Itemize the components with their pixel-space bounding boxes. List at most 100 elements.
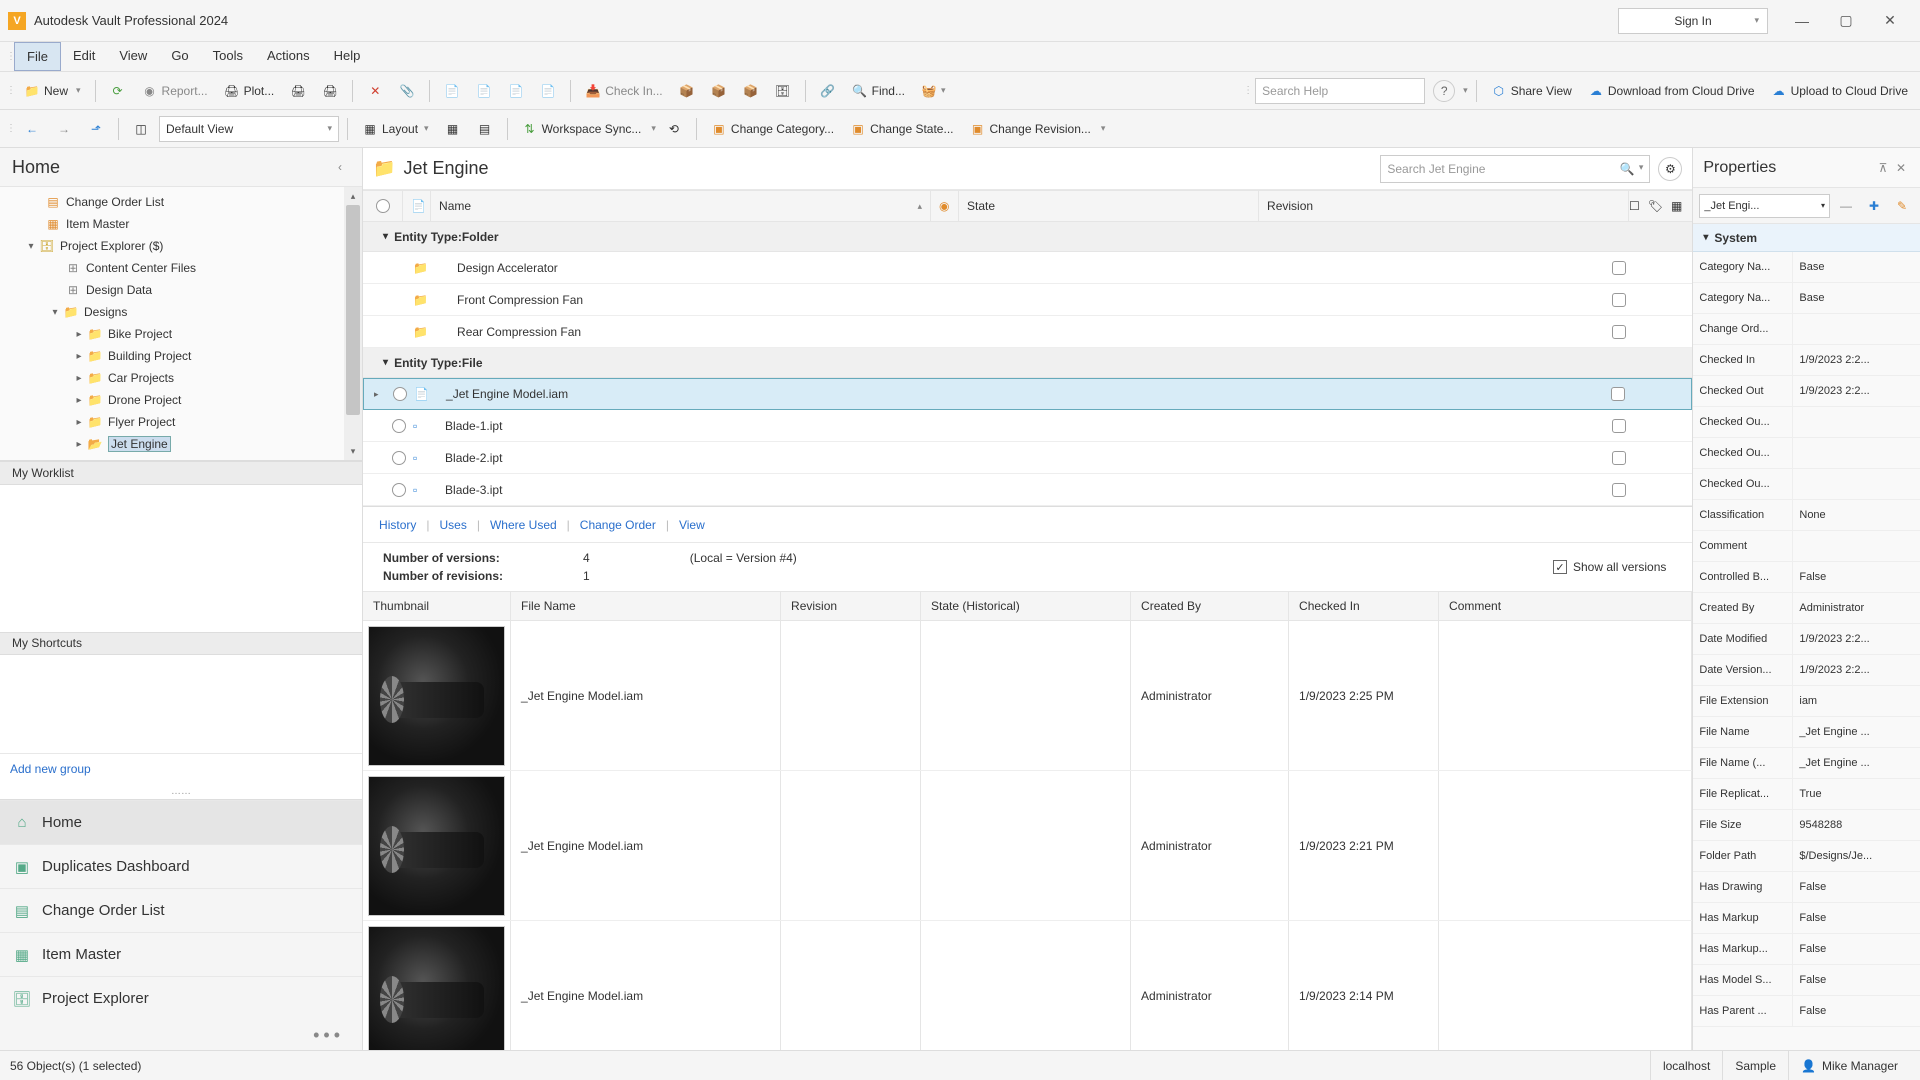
menu-help[interactable]: Help <box>322 42 373 71</box>
property-row[interactable]: ClassificationNone <box>1693 500 1920 531</box>
tab-change-order[interactable]: Change Order <box>578 514 658 536</box>
properties-object-selector[interactable]: _Jet Engi... <box>1699 194 1830 218</box>
pane-toggle-button[interactable]: ◫ <box>127 115 155 143</box>
hcol-revision[interactable]: Revision <box>781 592 921 620</box>
group-file[interactable]: ▾Entity Type:File <box>363 348 1692 378</box>
group-folder[interactable]: ▾Entity Type:Folder <box>363 222 1692 252</box>
collapse-sidebar-button[interactable]: ‹ <box>330 160 350 174</box>
column-grid-icon[interactable]: ▦ <box>1671 199 1682 213</box>
show-all-versions[interactable]: ✓Show all versions <box>1527 543 1692 591</box>
folder-row[interactable]: 📁Front Compression Fan <box>363 284 1692 316</box>
property-row[interactable]: Has Model S...False <box>1693 965 1920 996</box>
property-row[interactable]: Comment <box>1693 531 1920 562</box>
nav-more-button[interactable]: ••• <box>0 1020 362 1050</box>
col-revision[interactable]: Revision <box>1259 191 1629 221</box>
resize-grip-icon[interactable]: …… <box>0 784 362 800</box>
checkin-button[interactable]: 📥Check In... <box>579 77 668 105</box>
doc4-button[interactable]: 📄 <box>534 77 562 105</box>
tree-change-order-list[interactable]: ▤Change Order List <box>0 191 362 213</box>
expander-icon[interactable]: ▸ <box>72 351 86 362</box>
expander-icon[interactable]: ▸ <box>72 461 86 462</box>
change-revision-button[interactable]: ▣Change Revision... <box>963 115 1096 143</box>
col-state[interactable]: State <box>959 191 1259 221</box>
new-button[interactable]: 📁New▾ <box>18 77 87 105</box>
hcol-checkedin[interactable]: Checked In <box>1289 592 1439 620</box>
menu-tools[interactable]: Tools <box>201 42 255 71</box>
expander-icon[interactable]: ▸ <box>72 373 86 384</box>
property-row[interactable]: Date Modified1/9/2023 2:2... <box>1693 624 1920 655</box>
history-row[interactable]: _Jet Engine Model.iam Administrator 1/9/… <box>363 771 1692 921</box>
row-checkbox[interactable] <box>1612 419 1626 433</box>
row-radio[interactable] <box>392 451 406 465</box>
hcol-state[interactable]: State (Historical) <box>921 592 1131 620</box>
property-row[interactable]: File Replicat...True <box>1693 779 1920 810</box>
tree-bike[interactable]: ▸📁Bike Project <box>0 323 362 345</box>
nav-item-master[interactable]: ▦Item Master <box>0 932 362 976</box>
doc2-button[interactable]: 📄 <box>470 77 498 105</box>
scroll-thumb[interactable] <box>346 205 360 415</box>
close-panel-button[interactable]: ✕ <box>1892 161 1910 175</box>
property-row[interactable]: Controlled B...False <box>1693 562 1920 593</box>
row-radio[interactable] <box>392 483 406 497</box>
settings-button[interactable]: ⚙ <box>1658 157 1682 181</box>
shortcuts-header[interactable]: My Shortcuts <box>0 632 362 656</box>
tree-building[interactable]: ▸📁Building Project <box>0 345 362 367</box>
tab-uses[interactable]: Uses <box>438 514 469 536</box>
upload-cloud-button[interactable]: ☁Upload to Cloud Drive <box>1765 77 1914 105</box>
report-button[interactable]: ◉Report... <box>136 77 214 105</box>
column-check-icon[interactable]: ☐ <box>1629 199 1640 213</box>
property-row[interactable]: File Extensioniam <box>1693 686 1920 717</box>
filter-button[interactable]: 🧺▾ <box>915 77 952 105</box>
attach-button[interactable]: 📎 <box>393 77 421 105</box>
nav-change-order[interactable]: ▤Change Order List <box>0 888 362 932</box>
maximize-button[interactable]: ▢ <box>1836 11 1856 31</box>
search-go-icon[interactable]: 🔍 <box>1620 162 1635 176</box>
row-checkbox[interactable] <box>1611 387 1625 401</box>
vault2-button[interactable]: 📦 <box>705 77 733 105</box>
file-row[interactable]: ▸📄_Jet Engine Model.iam <box>363 378 1692 410</box>
menu-file[interactable]: File <box>14 42 61 71</box>
layout-button[interactable]: ▦Layout▾ <box>356 115 435 143</box>
tree-drone[interactable]: ▸📁Drone Project <box>0 389 362 411</box>
add-group-link[interactable]: Add new group <box>10 762 91 776</box>
file-row[interactable]: ▫Blade-1.ipt <box>363 410 1692 442</box>
sync-dropdown-icon[interactable]: ▾ <box>651 123 656 134</box>
refresh-button[interactable]: ⟳ <box>104 77 132 105</box>
close-button[interactable]: ✕ <box>1880 11 1900 31</box>
tree-scrollbar[interactable]: ▴ ▾ <box>344 187 362 460</box>
property-row[interactable]: Checked Ou... <box>1693 407 1920 438</box>
row-checkbox[interactable] <box>1612 293 1626 307</box>
nav-duplicates[interactable]: ▣Duplicates Dashboard <box>0 844 362 888</box>
tree-flyer[interactable]: ▸📁Flyer Project <box>0 411 362 433</box>
grid1-button[interactable]: ▦ <box>439 115 467 143</box>
find-button[interactable]: 🔍Find... <box>846 77 911 105</box>
row-checkbox[interactable] <box>1612 483 1626 497</box>
property-row[interactable]: Has MarkupFalse <box>1693 903 1920 934</box>
scroll-up-icon[interactable]: ▴ <box>344 187 362 205</box>
grid2-button[interactable]: ▤ <box>471 115 499 143</box>
col-name[interactable]: Name▴ <box>431 191 931 221</box>
row-checkbox[interactable] <box>1612 451 1626 465</box>
column-tag-icon[interactable]: 🏷 <box>1648 199 1663 213</box>
row-radio[interactable] <box>392 419 406 433</box>
property-row[interactable]: Category Na...Base <box>1693 283 1920 314</box>
expander-icon[interactable]: ▸ <box>374 389 386 400</box>
share-view-button[interactable]: ⬡Share View <box>1485 77 1578 105</box>
history-row[interactable]: _Jet Engine Model.iam Administrator 1/9/… <box>363 621 1692 771</box>
forward-button[interactable]: → <box>50 115 78 143</box>
worklist-header[interactable]: My Worklist <box>0 461 362 485</box>
tree-jet-engine[interactable]: ▸📂Jet Engine <box>0 433 362 455</box>
minimize-button[interactable]: — <box>1792 11 1812 31</box>
property-row[interactable]: Date Version...1/9/2023 2:2... <box>1693 655 1920 686</box>
doc3-button[interactable]: 📄 <box>502 77 530 105</box>
sync2-button[interactable]: ⟲ <box>660 115 688 143</box>
file-row[interactable]: ▫Blade-3.ipt <box>363 474 1692 506</box>
help-dropdown-icon[interactable]: ▾ <box>1463 85 1468 96</box>
row-checkbox[interactable] <box>1612 261 1626 275</box>
tree-car[interactable]: ▸📁Car Projects <box>0 367 362 389</box>
property-row[interactable]: File Name_Jet Engine ... <box>1693 717 1920 748</box>
tree-item-master[interactable]: ▦Item Master <box>0 213 362 235</box>
nav-project-explorer[interactable]: 🗄Project Explorer <box>0 976 362 1020</box>
tab-history[interactable]: History <box>377 514 418 536</box>
print-button[interactable]: 🖨 <box>284 77 312 105</box>
